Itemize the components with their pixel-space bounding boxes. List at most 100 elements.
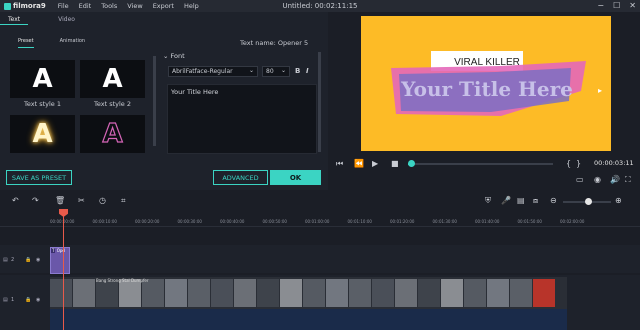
font-family-select[interactable]: AbrilFatface-Regular ⌄ xyxy=(168,66,258,77)
ok-button[interactable]: OK xyxy=(270,170,321,185)
ruler-tick-label: 00:02:00:00 xyxy=(560,219,585,224)
video-frame-thumbnail xyxy=(303,279,325,307)
ruler-tick-label: 00:00:40:00 xyxy=(220,219,245,224)
track-1-type-icon: ▤ xyxy=(3,297,8,303)
scrubber-handle[interactable] xyxy=(408,160,415,167)
preset-label-1: Text style 1 xyxy=(23,100,61,108)
ruler-tick-label: 00:00:50:00 xyxy=(262,219,287,224)
ruler-tick-label: 00:01:20:00 xyxy=(390,219,415,224)
zoom-in-icon[interactable]: ⊕ xyxy=(615,196,622,205)
bold-icon[interactable]: B xyxy=(295,67,300,75)
video-frame-thumbnail xyxy=(533,279,555,307)
play-icon[interactable]: ▶ xyxy=(372,159,378,168)
zoom-out-icon[interactable]: ⊖ xyxy=(550,196,557,205)
delete-icon[interactable]: 🗑 xyxy=(55,196,65,205)
video-frame-thumbnail xyxy=(464,279,486,307)
ruler-tick-label: 00:00:10:00 xyxy=(92,219,117,224)
video-frame-thumbnail xyxy=(96,279,118,307)
video-frame-thumbnail xyxy=(372,279,394,307)
cut-icon[interactable]: ✂ xyxy=(78,196,85,205)
video-frame-thumbnail xyxy=(211,279,233,307)
preset-thumb-1[interactable]: A xyxy=(10,60,75,98)
preset-thumb-4[interactable]: A xyxy=(80,115,145,153)
maximize-icon[interactable]: ☐ xyxy=(613,1,620,10)
title-main-text: Your Title Here xyxy=(400,77,573,101)
video-frame-thumbnail xyxy=(234,279,256,307)
chevron-down-icon: ⌄ xyxy=(280,67,286,74)
snapshot-icon[interactable]: ◉ xyxy=(594,175,601,184)
tab-animation[interactable]: Animation xyxy=(60,38,86,48)
panel-tabs: Text Video xyxy=(0,13,160,25)
minimize-icon[interactable]: − xyxy=(597,1,604,10)
presets-scrollbar[interactable] xyxy=(153,56,156,146)
save-as-preset-button[interactable]: SAVE AS PRESET xyxy=(6,170,72,185)
display-settings-icon[interactable]: ▭ xyxy=(576,175,584,184)
preview-scrubber[interactable] xyxy=(408,163,553,165)
ruler-tick-label: 00:01:00:00 xyxy=(305,219,330,224)
video-frame-thumbnail xyxy=(188,279,210,307)
title-clip-t-icon: T xyxy=(51,248,56,253)
font-section-label: Font xyxy=(170,52,185,60)
zoom-slider-handle[interactable] xyxy=(585,198,592,205)
step-back-icon[interactable]: ⏪ xyxy=(354,159,364,168)
preset-thumb-2[interactable]: A xyxy=(80,60,145,98)
advanced-button[interactable]: ADVANCED xyxy=(213,170,268,185)
tab-preset[interactable]: Preset xyxy=(18,38,34,48)
italic-icon[interactable]: I xyxy=(306,67,309,75)
shield-icon[interactable]: ⛨ xyxy=(485,196,491,206)
title-clip[interactable]: T Opd xyxy=(50,247,70,274)
preview-canvas[interactable]: VIRAL KILLER Your Title Here xyxy=(361,16,611,151)
video-frame-thumbnail xyxy=(349,279,371,307)
video-frame-thumbnail xyxy=(326,279,348,307)
playhead[interactable] xyxy=(63,210,64,330)
preset-label-2: Text style 2 xyxy=(93,100,131,108)
video-frame-thumbnail xyxy=(395,279,417,307)
window-controls: − ☐ ✕ xyxy=(597,1,636,10)
timeline-toolbar xyxy=(0,192,640,206)
mic-icon[interactable]: 🎤 xyxy=(501,196,511,205)
lock-icon[interactable]: 🔒 xyxy=(25,297,31,303)
video-frame-thumbnail xyxy=(119,279,141,307)
stop-icon[interactable]: ■ xyxy=(391,159,399,168)
title-graphic: VIRAL KILLER Your Title Here xyxy=(391,51,586,116)
bracket-out-icon[interactable]: } xyxy=(576,159,581,168)
bracket-in-icon[interactable]: { xyxy=(566,159,571,168)
preset-subtabs: Preset Animation xyxy=(0,38,160,48)
chevron-down-icon: ⌄ xyxy=(163,52,169,60)
ruler-tick-label: 00:01:30:00 xyxy=(432,219,457,224)
eye-icon[interactable]: ◉ xyxy=(36,297,40,303)
prev-frame-icon[interactable]: ⏮ xyxy=(336,159,343,169)
eye-icon[interactable]: ◉ xyxy=(36,257,40,263)
lock-icon[interactable]: 🔒 xyxy=(25,257,31,263)
video-clip-label: Bang Strong Stal Dumpfer xyxy=(96,278,149,283)
audio-waveform[interactable] xyxy=(50,309,567,330)
undo-icon[interactable]: ↶ xyxy=(12,196,19,205)
window-title: Untitled: 00:02:11:15 xyxy=(282,2,358,10)
track-1-index: 1 xyxy=(11,297,15,303)
font-size-select[interactable]: 80 ⌄ xyxy=(262,66,290,77)
video-frame-thumbnail xyxy=(165,279,187,307)
volume-icon[interactable]: 🔊 xyxy=(610,175,620,184)
text-input[interactable]: Your Title Here xyxy=(167,84,317,154)
close-icon[interactable]: ✕ xyxy=(629,1,636,10)
crop-icon[interactable]: ⌗ xyxy=(121,196,126,206)
video-frame-thumbnail xyxy=(418,279,440,307)
editor-scrollbar[interactable] xyxy=(318,52,321,152)
font-family-value: AbrilFatface-Regular xyxy=(172,68,233,75)
split-icon[interactable]: ⧈ xyxy=(533,196,538,206)
text-name-label: Text name: Opener 5 xyxy=(240,39,309,47)
speed-icon[interactable]: ◷ xyxy=(99,196,106,205)
ruler-tick-label: 00:00:20:00 xyxy=(135,219,160,224)
layers-icon[interactable]: ▤ xyxy=(517,196,525,205)
video-frame-thumbnail xyxy=(257,279,279,307)
preset-thumb-3[interactable]: A xyxy=(10,115,75,153)
video-frame-thumbnail xyxy=(487,279,509,307)
redo-icon[interactable]: ↷ xyxy=(32,196,39,205)
tab-text[interactable]: Text xyxy=(0,13,29,25)
fullscreen-icon[interactable]: ⛶ xyxy=(625,175,631,185)
tab-video[interactable]: Video xyxy=(50,13,83,25)
video-frame-thumbnail xyxy=(50,279,72,307)
font-section-header[interactable]: ⌄ Font xyxy=(163,52,185,60)
font-size-value: 80 xyxy=(266,68,274,75)
track-2 xyxy=(0,245,640,273)
